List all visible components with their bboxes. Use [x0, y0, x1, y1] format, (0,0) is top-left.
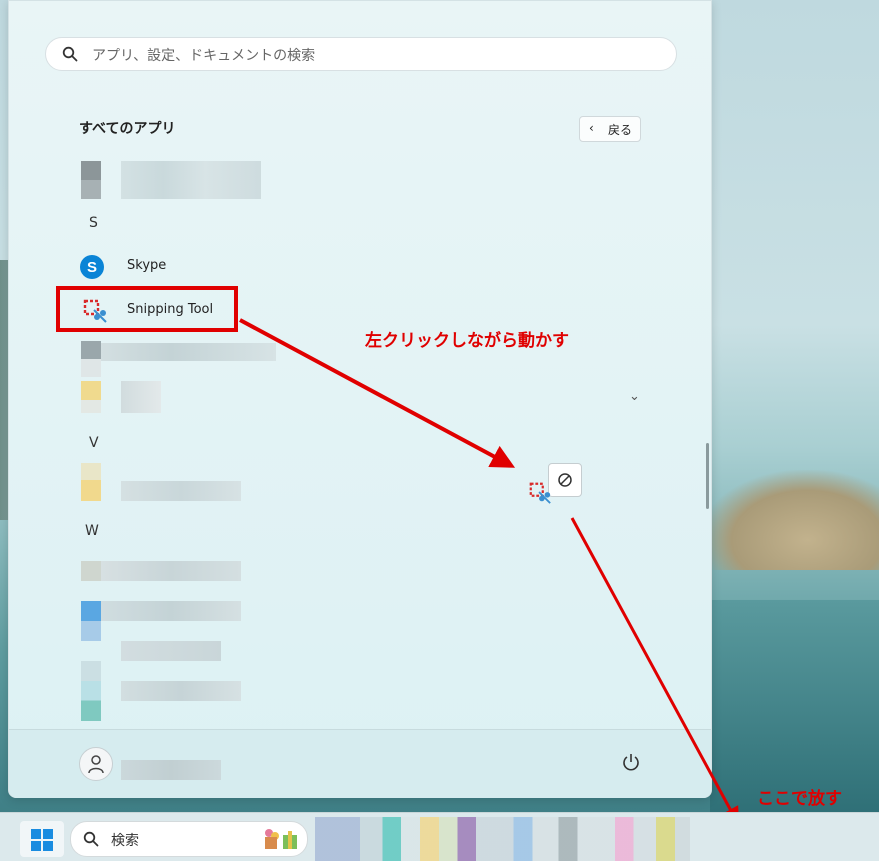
app-skype[interactable]: S Skype: [79, 249, 249, 285]
not-allowed-icon: [557, 472, 573, 492]
drag-not-allowed-indicator: [548, 463, 582, 497]
obscured-app-label: [121, 381, 161, 413]
back-label: 戻る: [608, 123, 633, 137]
search-highlight-icon: [261, 827, 301, 855]
obscured-app-label: [121, 161, 261, 199]
letter-header-v: V: [89, 435, 99, 451]
obscured-app-label: [101, 601, 241, 621]
svg-text:S: S: [87, 259, 97, 276]
obscured-taskbar-apps: [315, 817, 690, 861]
skype-icon: S: [79, 254, 105, 284]
user-avatar[interactable]: [79, 747, 113, 781]
scrollbar-thumb[interactable]: [706, 443, 709, 509]
app-label-skype: Skype: [127, 258, 167, 273]
letter-header-w: W: [85, 523, 99, 539]
drop-instruction-annotation: ここで放す: [757, 789, 842, 809]
start-search-box[interactable]: アプリ、設定、ドキュメントの検索: [45, 37, 677, 71]
obscured-app-entry: [81, 661, 101, 721]
obscured-app-entry: [81, 601, 101, 641]
start-button[interactable]: [20, 821, 64, 857]
wallpaper-island: [700, 470, 879, 570]
search-placeholder: アプリ、設定、ドキュメントの検索: [92, 48, 316, 64]
expand-chevron-icon[interactable]: ⌄: [629, 389, 640, 404]
start-footer: [9, 729, 711, 798]
drag-instruction-annotation: 左クリックしながら動かす: [365, 331, 569, 351]
search-icon: [62, 46, 78, 66]
obscured-app-label: [101, 343, 276, 361]
start-menu: アプリ、設定、ドキュメントの検索 すべてのアプリ ‹ 戻る S S Skype …: [8, 0, 712, 798]
dragging-snipping-tool-icon: [528, 481, 552, 509]
power-icon: [621, 754, 641, 776]
taskbar: 検索: [0, 812, 879, 861]
obscured-app-entry: [81, 341, 101, 377]
letter-header-s: S: [89, 215, 98, 231]
user-icon: [87, 754, 105, 778]
chevron-left-icon: ‹: [589, 121, 594, 135]
obscured-app-entry: [81, 561, 101, 581]
obscured-app-entry: [81, 161, 101, 199]
obscured-app-label: [121, 641, 221, 661]
taskbar-search-label: 検索: [111, 833, 139, 849]
power-button[interactable]: [621, 752, 641, 776]
obscured-app-entry: [81, 381, 101, 413]
search-icon: [83, 831, 99, 851]
all-apps-title: すべてのアプリ: [79, 121, 176, 137]
highlight-box-snipping-tool: [56, 286, 238, 332]
wallpaper-water: [710, 600, 879, 812]
back-button[interactable]: ‹ 戻る: [579, 116, 641, 142]
obscured-app-label: [121, 681, 241, 701]
obscured-app-label: [121, 481, 241, 501]
windows-logo-icon: [31, 829, 53, 855]
obscured-app-label: [101, 561, 241, 581]
taskbar-search-box[interactable]: 検索: [70, 821, 308, 857]
obscured-app-entry: [81, 463, 101, 501]
obscured-user-name: [121, 760, 221, 780]
